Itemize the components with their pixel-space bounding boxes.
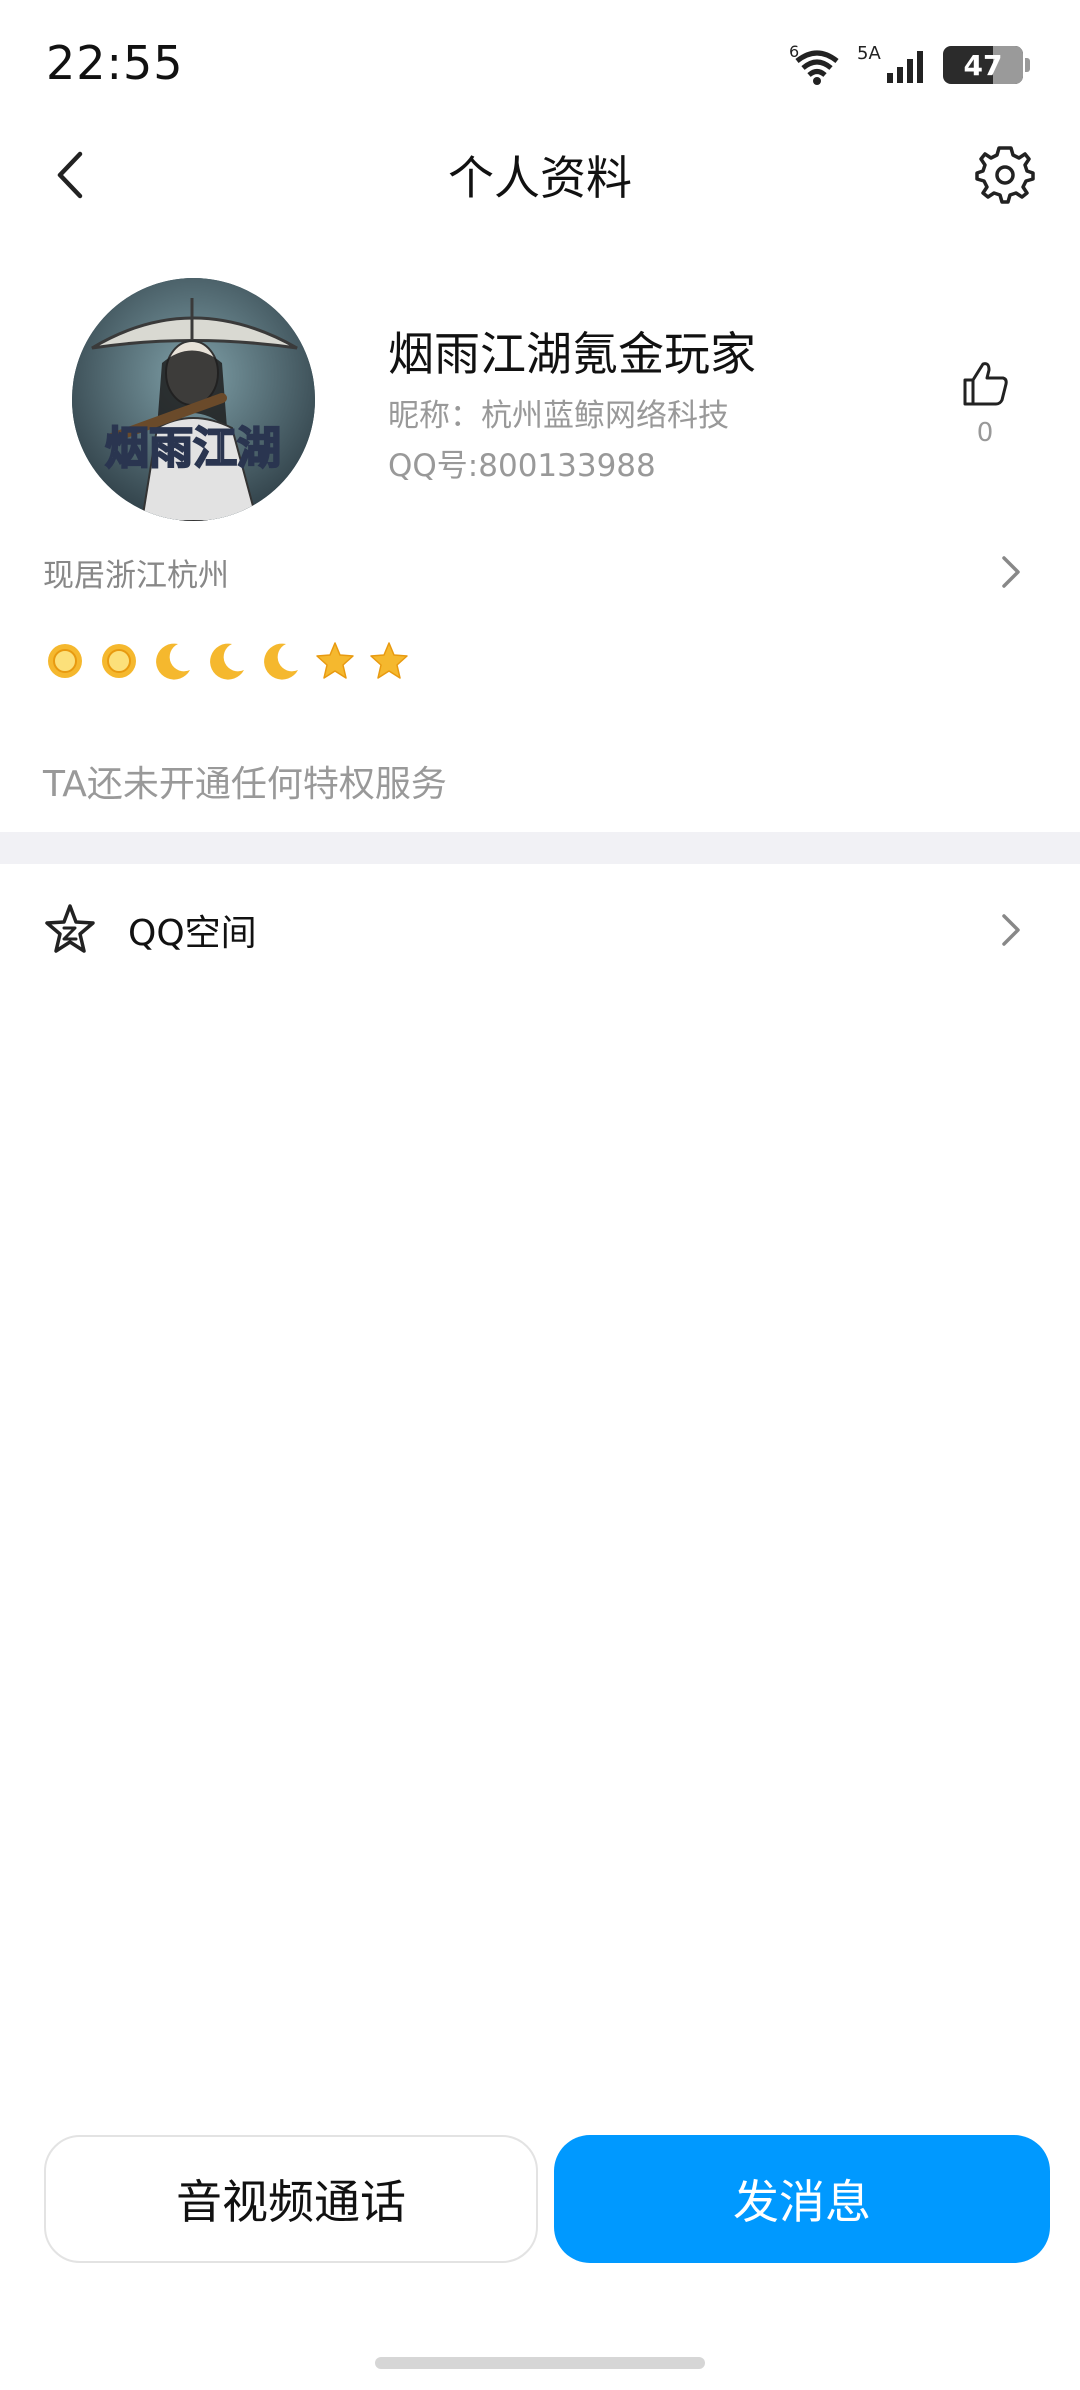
svg-text:5A: 5A [857,43,881,64]
battery-tip [1025,58,1030,72]
qzone-row[interactable]: QQ空间 [0,864,1080,994]
status-bar: 22:55 6 5A 47 [0,0,1080,130]
gear-icon [975,146,1035,204]
status-time: 22:55 [46,36,184,90]
home-indicator[interactable] [375,2357,705,2369]
level-badges[interactable] [44,640,410,682]
moon-badge-icon [210,643,244,680]
chevron-right-icon [1002,556,1020,588]
profile-name: 烟雨江湖氪金玩家 [388,327,756,381]
star-badge-icon [370,642,408,679]
moon-badge-icon [156,643,190,680]
avatar-image: 烟雨江湖 [72,278,315,521]
battery-level: 47 [963,48,1003,82]
location-row[interactable]: 现居浙江杭州 [0,540,1080,600]
section-divider [0,832,1080,864]
moon-badge-icon [264,643,298,680]
status-icons: 6 5A 47 [789,40,1030,90]
send-message-button[interactable]: 发消息 [554,2135,1050,2263]
star-badge-icon [316,642,354,679]
settings-button[interactable] [970,140,1040,210]
page-title: 个人资料 [448,151,632,205]
nav-bar: 个人资料 [0,130,1080,220]
location-text: 现居浙江杭州 [43,558,229,594]
cell-signal-icon: 5A [857,43,923,83]
like-button[interactable]: 0 [955,358,1015,448]
qzone-star-icon [45,904,95,953]
av-call-button[interactable]: 音视频通话 [44,2135,538,2263]
avatar[interactable]: 烟雨江湖 [72,278,315,521]
sun-badge-icon [102,644,136,678]
sun-badge-icon [48,644,82,678]
svg-text:烟雨江湖: 烟雨江湖 [105,423,281,474]
chevron-right-icon [1002,914,1020,946]
like-count: 0 [976,418,994,448]
qzone-label: QQ空间 [128,913,257,954]
profile-qq-number: QQ号:800133988 [388,448,656,484]
battery-icon: 47 [943,46,1023,84]
privilege-status-text: TA还未开通任何特权服务 [43,764,447,805]
thumbs-up-icon [963,362,1008,406]
wifi-icon: 6 [789,43,839,85]
profile-nickname: 昵称：杭州蓝鲸网络科技 [388,398,729,434]
